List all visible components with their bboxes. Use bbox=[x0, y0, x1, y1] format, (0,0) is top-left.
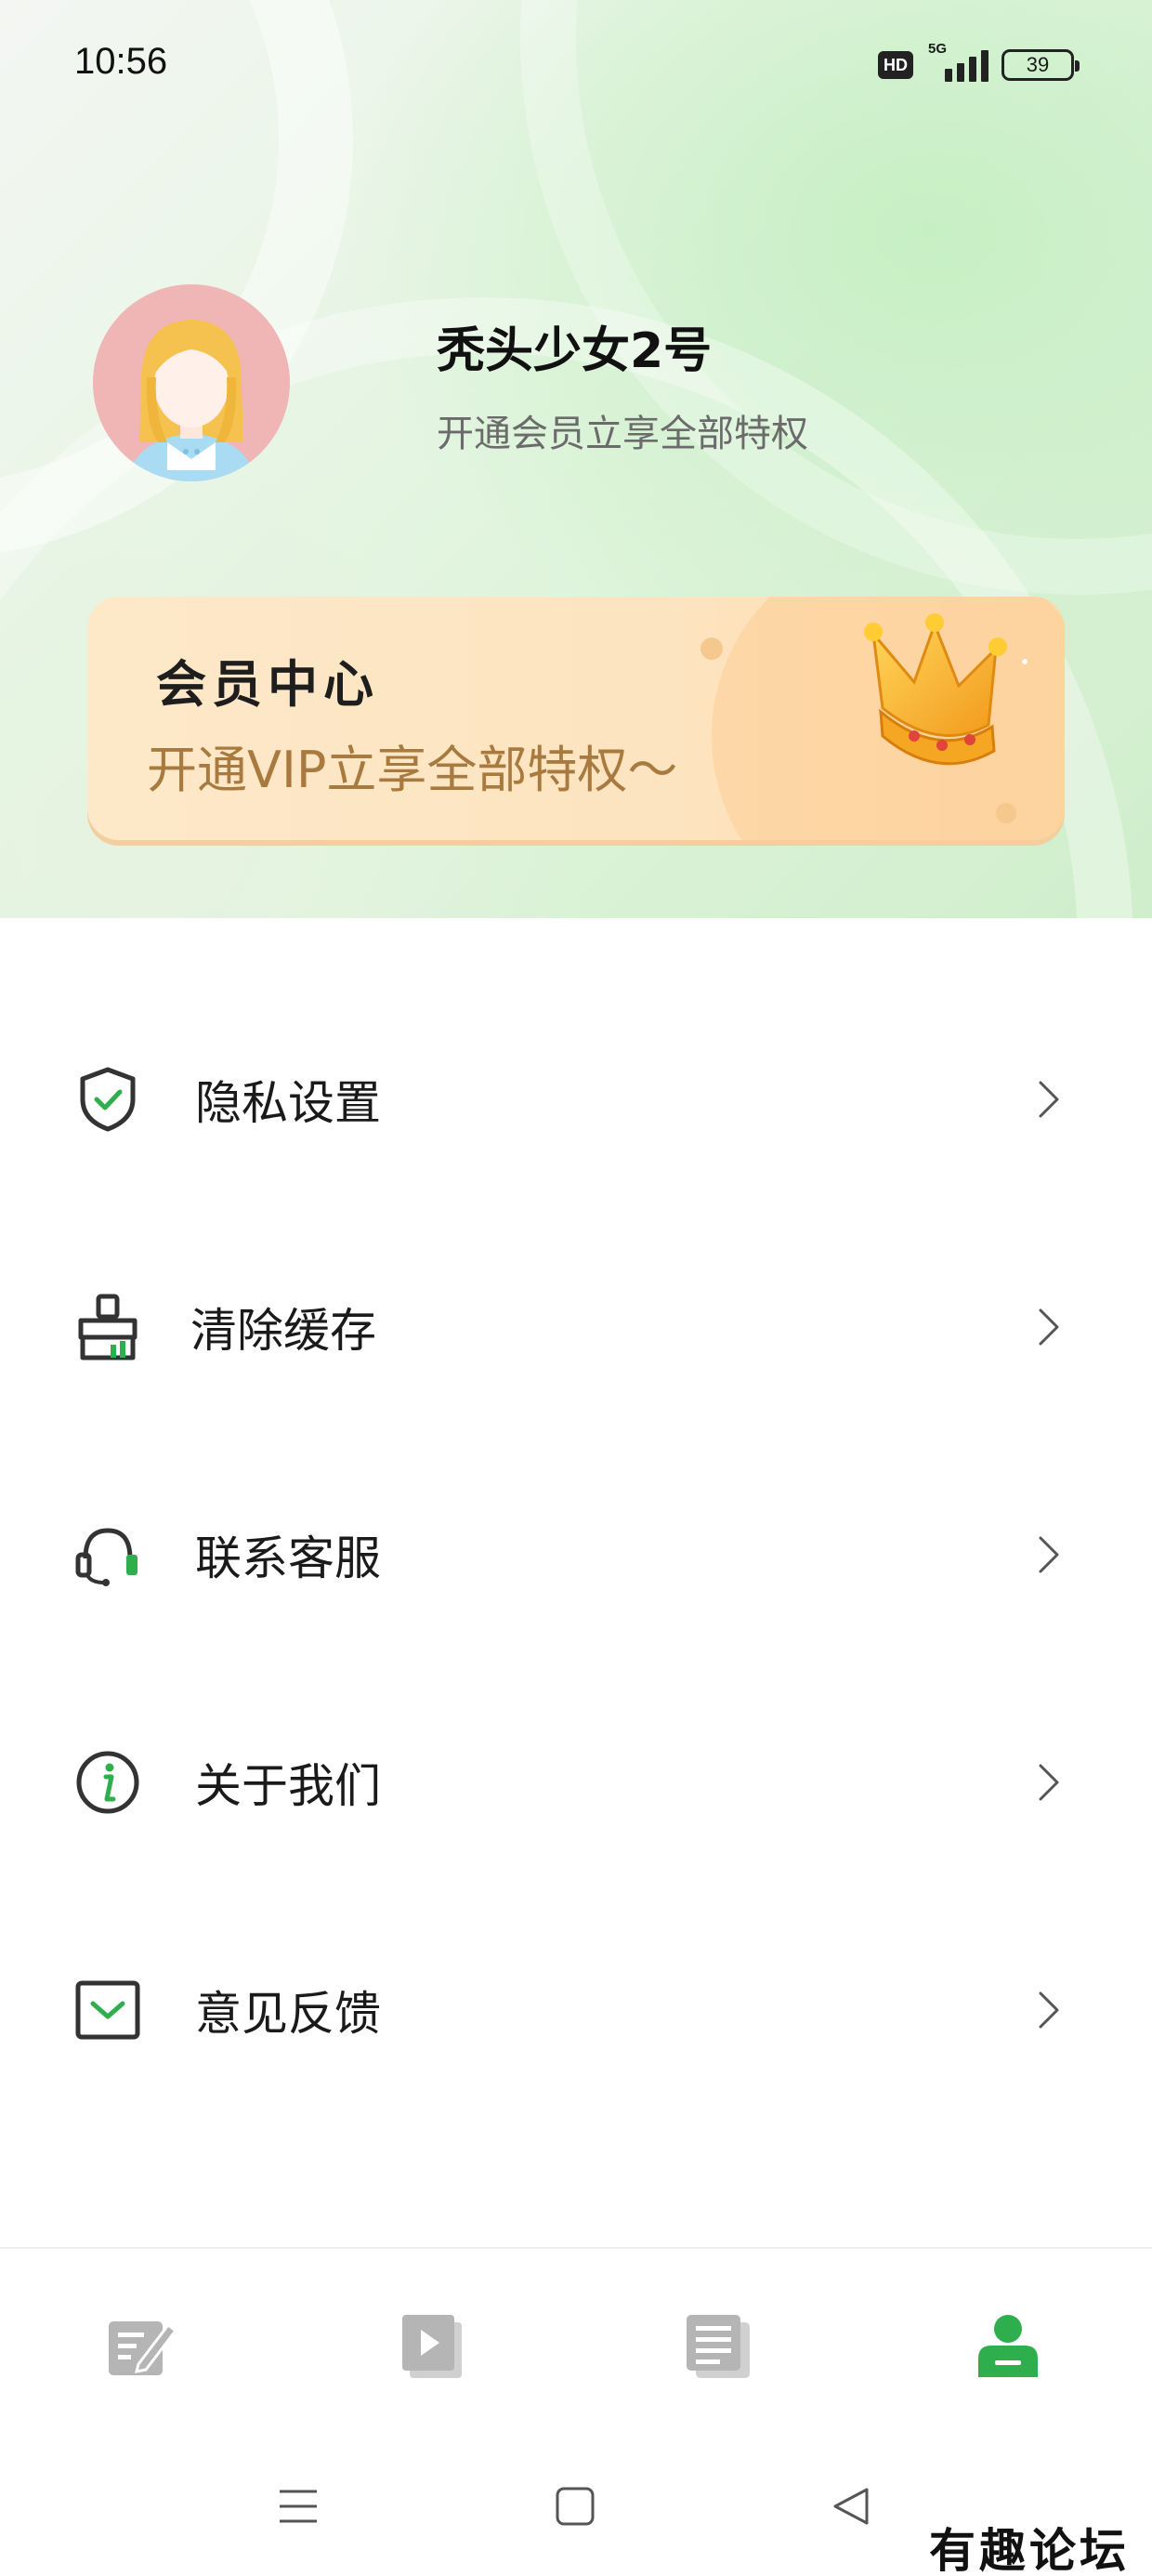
menu-label: 关于我们 bbox=[195, 1758, 381, 1813]
info-icon bbox=[71, 1745, 145, 1820]
edit-note-icon bbox=[109, 2321, 177, 2375]
avatar[interactable] bbox=[93, 284, 290, 481]
menu-item-clear-cache[interactable]: 清除缓存 bbox=[0, 1213, 1152, 1440]
chevron-right-icon bbox=[1039, 1536, 1059, 1572]
vip-center-card[interactable]: 会员中心 开通VIP立享全部特权～ bbox=[87, 597, 1065, 840]
tab-notes[interactable] bbox=[100, 2305, 184, 2388]
watermark: 有趣论坛 bbox=[929, 2523, 1130, 2576]
profile-icon bbox=[978, 2315, 1038, 2377]
battery-level: 39 bbox=[1026, 53, 1050, 76]
menu-item-customer-service[interactable]: 联系客服 bbox=[0, 1440, 1152, 1668]
network-label: 5G bbox=[928, 41, 948, 57]
vip-subtitle: 开通VIP立享全部特权～ bbox=[147, 741, 678, 799]
chevron-right-icon bbox=[1039, 1081, 1059, 1117]
status-icons: HD 5G 39 bbox=[878, 41, 1080, 82]
menu-item-feedback[interactable]: 意见反馈 bbox=[0, 1896, 1152, 2123]
video-play-icon bbox=[402, 2315, 462, 2378]
home-icon[interactable] bbox=[552, 2483, 598, 2530]
chevron-right-icon bbox=[1039, 1308, 1059, 1345]
bottom-tab-bar bbox=[0, 2247, 1152, 2442]
hd-badge: HD bbox=[878, 51, 913, 79]
shield-check-icon bbox=[71, 1062, 145, 1137]
menu-label: 清除缓存 bbox=[190, 1303, 376, 1358]
menu-item-about-us[interactable]: 关于我们 bbox=[0, 1668, 1152, 1896]
menu-label: 联系客服 bbox=[195, 1531, 381, 1585]
feedback-mail-icon bbox=[71, 1973, 145, 2047]
headset-icon bbox=[71, 1518, 145, 1592]
vip-title: 会员中心 bbox=[156, 655, 379, 714]
chevron-right-icon bbox=[1039, 1991, 1059, 2028]
card-decoration bbox=[700, 637, 723, 660]
signal-icon: 5G bbox=[926, 41, 988, 82]
tab-articles[interactable] bbox=[676, 2305, 760, 2388]
tab-profile[interactable] bbox=[966, 2305, 1050, 2388]
menu-label: 意见反馈 bbox=[195, 1986, 381, 2041]
settings-menu: 隐私设置 清除缓存 联系客服 关于我们 意见反馈 bbox=[0, 985, 1152, 2123]
membership-hint: 开通会员立享全部特权 bbox=[437, 413, 808, 455]
card-decoration bbox=[996, 803, 1016, 823]
back-icon[interactable] bbox=[827, 2483, 873, 2530]
girl-avatar-icon bbox=[128, 320, 255, 481]
battery-icon: 39 bbox=[1001, 49, 1080, 81]
document-icon bbox=[687, 2315, 750, 2378]
status-bar: 10:56 HD 5G 39 bbox=[0, 0, 1152, 139]
tab-video[interactable] bbox=[390, 2305, 474, 2388]
chevron-right-icon bbox=[1039, 1764, 1059, 1800]
status-time: 10:56 bbox=[74, 41, 168, 82]
username[interactable]: 秃头少女2号 bbox=[437, 311, 712, 381]
menu-label: 隐私设置 bbox=[195, 1075, 381, 1130]
menu-item-privacy[interactable]: 隐私设置 bbox=[0, 985, 1152, 1213]
crown-icon bbox=[864, 613, 1028, 766]
broom-icon bbox=[71, 1290, 145, 1364]
menu-icon[interactable] bbox=[275, 2483, 321, 2530]
